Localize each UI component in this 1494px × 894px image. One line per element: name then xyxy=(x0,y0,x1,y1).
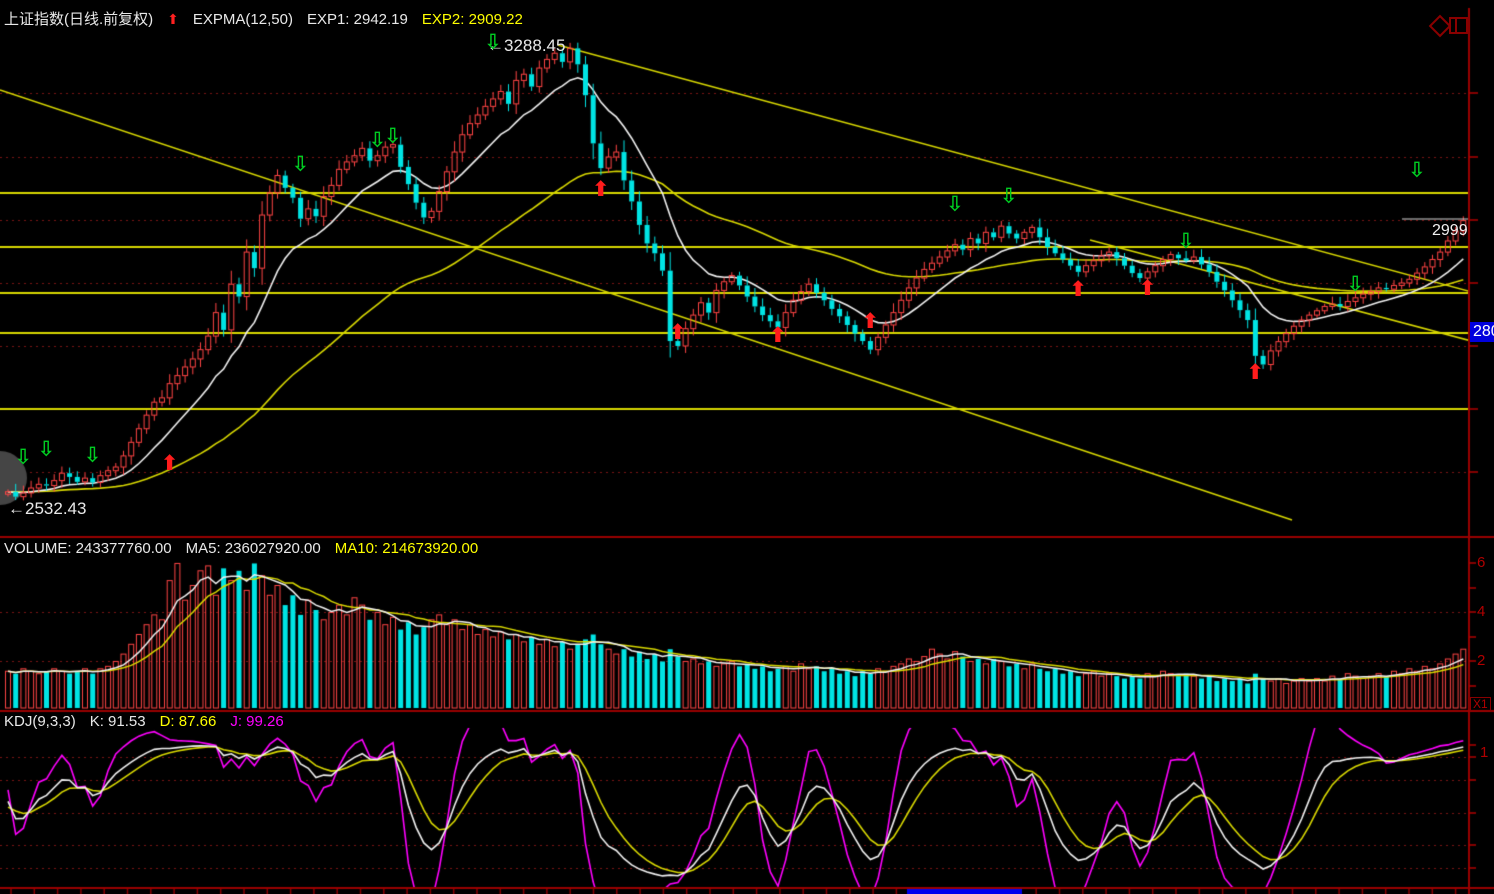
stock-chart-window: 上证指数(日线.前复权) ⬆ EXPMA(12,50) EXP1: 2942.19 EX… xyxy=(0,0,1494,894)
sell-signal-icon: ⇩ xyxy=(37,438,56,461)
grid-window-icon-bar xyxy=(1455,19,1457,32)
kdj-axis-label: 1 xyxy=(1480,744,1489,761)
volume-value: VOLUME: 243377760.00 xyxy=(4,540,172,557)
kdj-header: KDJ(9,3,3) K: 91.53 D: 87.66 J: 99.26 xyxy=(4,713,298,731)
volume-multiplier-label: X1 xyxy=(1470,697,1491,713)
exp1-value: EXP1: 2942.19 xyxy=(306,11,408,28)
volume-ma5-value: MA5: 236027920.00 xyxy=(185,540,321,557)
indicator-name: EXPMA(12,50) xyxy=(192,11,293,28)
sell-signal-icon: ⇩ xyxy=(83,444,102,467)
sell-signal-icon: ⇩ xyxy=(484,31,502,54)
kdj-name: KDJ(9,3,3) xyxy=(4,713,76,730)
grid-window-icon[interactable] xyxy=(1449,17,1468,34)
buy-signal-icon: ⬆ xyxy=(1246,361,1264,384)
volume-axis-label-4: 4 xyxy=(1477,603,1486,620)
exp2-value: EXP2: 2909.22 xyxy=(421,11,523,28)
sell-signal-icon: ⇩ xyxy=(291,153,310,176)
sell-signal-icon: ⇩ xyxy=(1408,159,1426,182)
alert-price-tag: 280 xyxy=(1470,322,1494,342)
buy-signal-icon: ⬆ xyxy=(668,321,687,344)
kdj-k-value: K: 91.53 xyxy=(89,713,146,730)
buy-signal-icon: ⬆ xyxy=(1069,278,1087,301)
last-price-tag: 2999 xyxy=(1432,222,1468,239)
main-chart-header: 上证指数(日线.前复权) ⬆ EXPMA(12,50) EXP1: 2942.19 EX… xyxy=(4,11,537,29)
volume-axis-label-6: 6 xyxy=(1477,554,1486,571)
sell-signal-icon: ⇩ xyxy=(1177,230,1195,253)
buy-signal-icon: ⬆ xyxy=(769,324,787,347)
chart-canvas[interactable] xyxy=(0,0,1494,894)
buy-signal-icon: ⬆ xyxy=(591,178,610,201)
sell-signal-icon: ⇩ xyxy=(384,125,402,148)
sell-signal-icon: ⇩ xyxy=(1346,273,1365,296)
buy-signal-icon: ⬆ xyxy=(861,310,879,333)
instrument-title: 上证指数(日线.前复权) xyxy=(4,11,154,28)
up-arrow-icon: ⬆ xyxy=(167,11,179,27)
volume-header: VOLUME: 243377760.00 MA5: 236027920.00 MA1… xyxy=(4,540,492,558)
sell-signal-icon: ⇩ xyxy=(1000,185,1018,208)
low-price-label: ←2532.43 xyxy=(8,499,87,518)
sell-signal-icon: ⇩ xyxy=(14,446,32,469)
volume-axis-label-2: 2 xyxy=(1477,652,1486,669)
buy-signal-icon: ⬆ xyxy=(1138,277,1157,300)
kdj-d-value: D: 87.66 xyxy=(159,713,217,730)
buy-signal-icon: ⬆ xyxy=(160,452,179,475)
volume-ma10-value: MA10: 214673920.00 xyxy=(334,540,479,557)
sell-signal-icon: ⇩ xyxy=(946,193,964,216)
kdj-j-value: J: 99.26 xyxy=(230,713,284,730)
